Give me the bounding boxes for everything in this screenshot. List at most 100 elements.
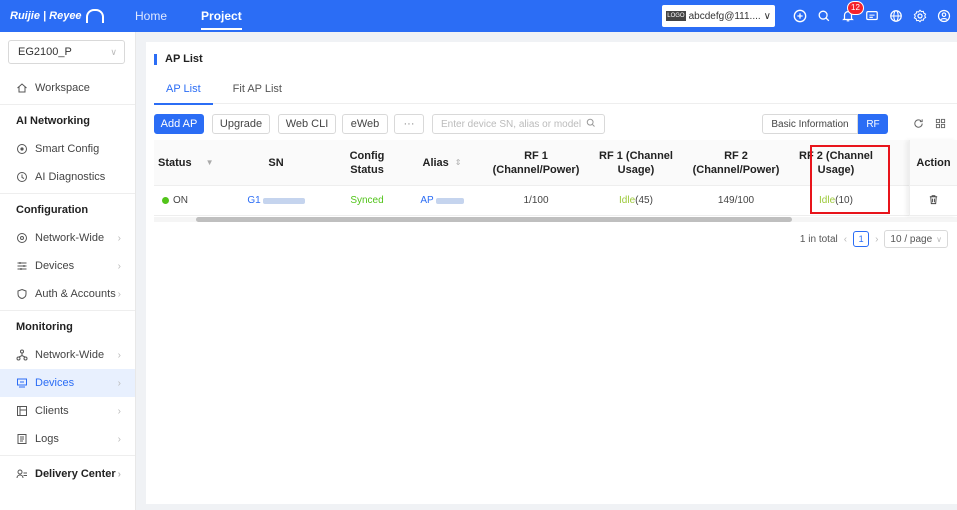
next-page-icon[interactable]: › xyxy=(875,234,878,245)
cell-action xyxy=(910,186,957,216)
rf2-usage-highlight-box xyxy=(810,145,890,214)
sidebar-item-delivery-center[interactable]: Delivery Center › xyxy=(0,460,135,488)
add-ap-button[interactable]: Add AP xyxy=(154,114,204,134)
upgrade-button[interactable]: Upgrade xyxy=(212,114,270,134)
search-input[interactable] xyxy=(441,118,581,130)
prev-page-icon[interactable]: ‹ xyxy=(844,234,847,245)
add-circle-icon[interactable] xyxy=(793,9,807,23)
column-rf1-usage: RF 1 (Channel Usage) xyxy=(599,149,673,176)
tab-ap-list[interactable]: AP List xyxy=(154,80,213,105)
chevron-right-icon: › xyxy=(117,232,121,244)
sidebar-item-ai-diagnostics[interactable]: AI Diagnostics xyxy=(0,163,135,191)
sidebar-item-monitor-devices[interactable]: Devices › xyxy=(0,369,135,397)
network-wide-icon xyxy=(16,232,28,244)
project-name: EG2100_P xyxy=(18,46,72,58)
cell-rf2-channel-power: 149/100 xyxy=(717,195,755,206)
pagination: 1 in total ‹ 1 › 10 / page ∨ xyxy=(800,230,948,248)
page-size-value: 10 / page xyxy=(890,233,933,245)
brand-mark-icon xyxy=(85,9,104,23)
eweb-button[interactable]: eWeb xyxy=(342,114,388,134)
sort-icon[interactable]: ⇕ xyxy=(455,156,462,170)
toolbar: Add AP Upgrade Web CLI eWeb ··· Basic In… xyxy=(154,114,949,134)
column-rf2-channel-power: RF 2 (Channel/Power) xyxy=(692,149,780,176)
shield-icon xyxy=(16,288,28,300)
sidebar-item-config-network-wide[interactable]: Network-Wide › xyxy=(0,224,135,252)
online-status-icon xyxy=(162,197,169,204)
pagination-total: 1 in total xyxy=(799,233,838,245)
message-icon[interactable] xyxy=(865,9,879,23)
sidebar-divider xyxy=(0,310,135,311)
scrollbar-thumb[interactable] xyxy=(196,217,792,222)
delete-icon[interactable] xyxy=(928,194,939,208)
top-bar: Ruijie | Reyee Home Project LOGO abcdefg… xyxy=(0,0,957,32)
sidebar-item-logs[interactable]: Logs › xyxy=(0,425,135,453)
sidebar-item-label: Devices xyxy=(35,377,75,389)
chevron-right-icon: › xyxy=(117,260,121,272)
cell-rf1-channel-power: 1/100 xyxy=(523,195,549,206)
horizontal-scrollbar[interactable] xyxy=(154,217,957,222)
page-number-current[interactable]: 1 xyxy=(853,231,870,247)
view-rf[interactable]: RF xyxy=(858,114,888,134)
web-cli-button[interactable]: Web CLI xyxy=(278,114,336,134)
bell-icon[interactable]: 12 xyxy=(841,1,864,23)
topology-icon xyxy=(16,349,28,361)
settings-icon[interactable] xyxy=(913,9,927,23)
sidebar: EG2100_P ∨ Workspace AI Networking Smart… xyxy=(0,32,136,510)
cell-config-status: Synced xyxy=(350,195,384,206)
sidebar-item-workspace[interactable]: Workspace xyxy=(0,74,135,102)
globe-icon[interactable] xyxy=(889,9,903,23)
more-button[interactable]: ··· xyxy=(394,114,424,134)
chevron-right-icon: › xyxy=(117,468,121,480)
filter-icon[interactable]: ▼ xyxy=(206,156,214,170)
sidebar-item-config-devices[interactable]: Devices › xyxy=(0,252,135,280)
account-selector[interactable]: LOGO abcdefg@111.... ∨ xyxy=(662,5,775,27)
page-size-select[interactable]: 10 / page ∨ xyxy=(884,230,948,248)
notification-badge: 12 xyxy=(847,1,864,15)
refresh-icon[interactable] xyxy=(912,117,924,129)
user-icon[interactable] xyxy=(937,9,951,23)
sidebar-item-monitor-network-wide[interactable]: Network-Wide › xyxy=(0,341,135,369)
sidebar-item-label: Delivery Center xyxy=(35,468,116,480)
cell-alias: AP xyxy=(398,186,486,215)
chevron-right-icon: › xyxy=(117,349,121,361)
smart-config-icon xyxy=(16,143,28,155)
action-column: Action xyxy=(909,140,957,216)
main-nav: Home Project xyxy=(118,0,259,32)
chevron-right-icon: › xyxy=(117,288,121,300)
project-selector[interactable]: EG2100_P ∨ xyxy=(8,40,125,64)
sidebar-item-auth-accounts[interactable]: Auth & Accounts › xyxy=(0,280,135,308)
alias-link[interactable]: AP xyxy=(420,195,433,206)
sidebar-item-smart-config[interactable]: Smart Config xyxy=(0,135,135,163)
sidebar-item-label: Network-Wide xyxy=(35,232,105,244)
chevron-right-icon: › xyxy=(117,433,121,445)
sidebar-item-clients[interactable]: Clients › xyxy=(0,397,135,425)
tab-bar: AP List Fit AP List xyxy=(154,80,957,105)
sidebar-item-label: Network-Wide xyxy=(35,349,105,361)
sidebar-item-label: Clients xyxy=(35,405,69,417)
chevron-down-icon: ∨ xyxy=(763,10,771,22)
view-switch: Basic Information RF xyxy=(762,114,888,134)
search-icon[interactable] xyxy=(817,9,831,23)
column-status-label: Status xyxy=(158,156,192,169)
sidebar-item-label: Workspace xyxy=(35,82,90,94)
tab-fit-ap-list[interactable]: Fit AP List xyxy=(221,80,294,104)
clients-icon xyxy=(16,405,28,417)
account-label: abcdefg@111.... xyxy=(688,10,761,22)
sidebar-divider xyxy=(0,104,135,105)
view-basic-information[interactable]: Basic Information xyxy=(762,114,858,134)
sidebar-divider xyxy=(0,455,135,456)
brand-logo[interactable]: Ruijie | Reyee xyxy=(0,9,118,23)
redacted-mark xyxy=(262,197,305,204)
nav-home[interactable]: Home xyxy=(118,0,184,32)
column-status[interactable]: Status ▼ xyxy=(154,140,216,185)
column-alias[interactable]: Alias ⇕ xyxy=(398,140,486,185)
account-logo: LOGO xyxy=(666,11,686,21)
sn-link[interactable]: G1 xyxy=(247,195,260,206)
column-settings-icon[interactable] xyxy=(934,117,946,129)
cell-sn: G1 xyxy=(216,186,336,215)
monitor-devices-icon xyxy=(16,377,28,389)
page-title: AP List xyxy=(154,54,203,65)
nav-project[interactable]: Project xyxy=(184,0,259,32)
sidebar-item-label: Smart Config xyxy=(35,143,100,155)
search-icon[interactable] xyxy=(586,118,596,131)
